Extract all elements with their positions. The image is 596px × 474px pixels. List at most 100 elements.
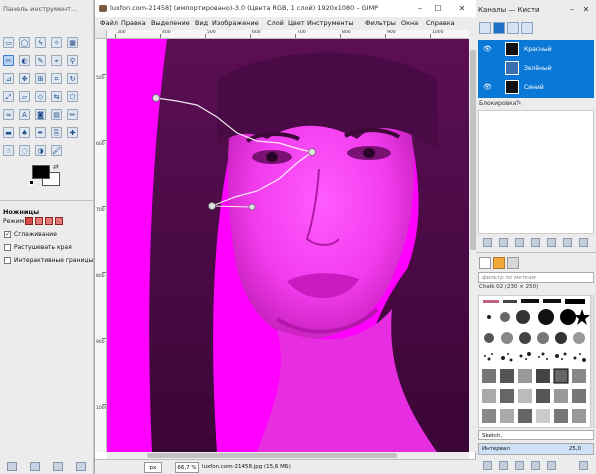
move-icon[interactable]: ✥: [19, 73, 30, 84]
brush-tag-filter-input[interactable]: фильтр по меткам: [478, 272, 594, 283]
color-picker-icon[interactable]: ⌖: [51, 55, 62, 66]
paths-tab-icon[interactable]: [507, 22, 519, 34]
measure-icon[interactable]: ⊿: [3, 73, 14, 84]
menu-layer[interactable]: Слой: [267, 17, 284, 30]
delete-brush-icon[interactable]: [531, 461, 540, 470]
scale-icon[interactable]: ⤢: [3, 91, 14, 102]
delete-channel-icon[interactable]: [579, 238, 588, 247]
channel-row-blue[interactable]: 👁 Синий: [478, 78, 594, 97]
mode-replace-button[interactable]: [25, 217, 33, 225]
brushes-grid[interactable]: [478, 295, 591, 428]
brush-preset-select[interactable]: Sketch,: [478, 430, 594, 440]
mode-add-button[interactable]: [35, 217, 43, 225]
foreground-select-icon[interactable]: ◐: [19, 55, 30, 66]
feather-checkbox[interactable]: [4, 244, 11, 251]
image-canvas[interactable]: [107, 39, 469, 452]
dodge-burn-icon[interactable]: ◑: [35, 145, 46, 156]
warp-icon[interactable]: ≈: [3, 109, 14, 120]
spacing-slider[interactable]: Интервал 25,0: [478, 443, 594, 455]
eye-icon[interactable]: 👁: [483, 45, 492, 53]
mode-subtract-button[interactable]: [45, 217, 53, 225]
pencil-icon[interactable]: ✏: [67, 109, 78, 120]
refresh-brushes-icon[interactable]: [547, 461, 556, 470]
dock-close-icon[interactable]: ✕: [580, 3, 592, 16]
shear-icon[interactable]: ▱: [19, 91, 30, 102]
reset-options-icon[interactable]: [76, 462, 86, 471]
menu-image[interactable]: Изображение: [212, 17, 259, 30]
fuzzy-select-icon[interactable]: ✧: [51, 37, 62, 48]
ruler-corner[interactable]: [95, 30, 107, 39]
eraser-icon[interactable]: ▬: [3, 127, 14, 138]
paths-icon[interactable]: ✎: [35, 55, 46, 66]
horizontal-scroll-thumb[interactable]: [147, 453, 397, 458]
free-select-icon[interactable]: ϟ: [35, 37, 46, 48]
brushes-scrollbar[interactable]: [591, 295, 595, 428]
zoom-select[interactable]: 66,7 %: [175, 462, 199, 473]
reset-colors-icon[interactable]: [29, 180, 34, 185]
mode-intersect-button[interactable]: [55, 217, 63, 225]
rect-select-icon[interactable]: ▭: [3, 37, 14, 48]
smudge-icon[interactable]: ☝: [3, 145, 14, 156]
edit-channel-icon[interactable]: [483, 238, 492, 247]
align-icon[interactable]: ⊞: [35, 73, 46, 84]
lower-channel-icon[interactable]: [531, 238, 540, 247]
edit-brush-icon[interactable]: [483, 461, 492, 470]
layers-tab-icon[interactable]: [479, 22, 491, 34]
brush-menu-icon[interactable]: [579, 461, 588, 470]
restore-options-icon[interactable]: [30, 462, 40, 471]
menu-help[interactable]: Справка: [426, 17, 455, 30]
text-icon[interactable]: A: [19, 109, 30, 120]
foreground-color-front[interactable]: [32, 165, 50, 179]
new-channel-icon[interactable]: [499, 238, 508, 247]
raise-channel-icon[interactable]: [515, 238, 524, 247]
crop-icon[interactable]: ⌗: [51, 73, 62, 84]
lock-pixels-icon[interactable]: ✎: [516, 99, 522, 107]
rotate-icon[interactable]: ↻: [67, 73, 78, 84]
duplicate-brush-icon[interactable]: [515, 461, 524, 470]
gradient-icon[interactable]: ▤: [51, 109, 62, 120]
menu-tools[interactable]: Инструменты: [307, 17, 354, 30]
swap-colors-icon[interactable]: ⇄: [53, 163, 59, 171]
brushes-tab-icon[interactable]: [479, 257, 491, 269]
heal-icon[interactable]: ✚: [67, 127, 78, 138]
minimize-icon[interactable]: –: [413, 2, 427, 15]
cage-icon[interactable]: ⬡: [67, 91, 78, 102]
channel-row-green[interactable]: Зелёный: [478, 59, 594, 78]
delete-options-icon[interactable]: [53, 462, 63, 471]
perspective-icon[interactable]: ◇: [35, 91, 46, 102]
bucket-fill-icon[interactable]: ◙: [35, 109, 46, 120]
menu-windows[interactable]: Окна: [401, 17, 418, 30]
menu-edit[interactable]: Правка: [121, 17, 146, 30]
paintbrush-icon[interactable]: 🖌: [51, 145, 62, 156]
menu-file[interactable]: Файл: [100, 17, 118, 30]
menu-view[interactable]: Вид: [195, 17, 208, 30]
clone-icon[interactable]: ⎘: [51, 127, 62, 138]
channel-row-red[interactable]: 👁 Красный: [478, 40, 594, 59]
ink-icon[interactable]: ✒: [35, 127, 46, 138]
interactive-boundary-checkbox[interactable]: [4, 257, 11, 264]
dock-minimize-icon[interactable]: –: [566, 3, 578, 16]
close-icon[interactable]: ✕: [455, 2, 469, 15]
gradients-tab-icon[interactable]: [507, 257, 519, 269]
scissors-select-icon[interactable]: ✂: [3, 55, 14, 66]
menu-select[interactable]: Выделение: [151, 17, 190, 30]
new-brush-icon[interactable]: [499, 461, 508, 470]
blur-icon[interactable]: ◌: [19, 145, 30, 156]
color-select-icon[interactable]: ▦: [67, 37, 78, 48]
flip-icon[interactable]: ⇆: [51, 91, 62, 102]
menu-filters[interactable]: Фильтры: [365, 17, 396, 30]
horizontal-ruler[interactable]: 300 400 500 600 700 800 900 1000: [107, 30, 469, 39]
duplicate-channel-icon[interactable]: [547, 238, 556, 247]
undo-tab-icon[interactable]: [521, 22, 533, 34]
channels-tab-icon[interactable]: [493, 22, 505, 34]
patterns-tab-icon[interactable]: [493, 257, 505, 269]
horizontal-scrollbar[interactable]: [107, 452, 469, 459]
antialias-checkbox[interactable]: ✓: [4, 231, 11, 238]
zoom-icon[interactable]: ⚲: [67, 55, 78, 66]
unit-select[interactable]: px: [144, 462, 162, 473]
maximize-icon[interactable]: ☐: [431, 2, 445, 15]
vertical-ruler[interactable]: 500 600 700 800 900 1000: [95, 39, 107, 452]
ellipse-select-icon[interactable]: ◯: [19, 37, 30, 48]
menu-colors[interactable]: Цвет: [288, 17, 305, 30]
airbrush-icon[interactable]: ♠: [19, 127, 30, 138]
